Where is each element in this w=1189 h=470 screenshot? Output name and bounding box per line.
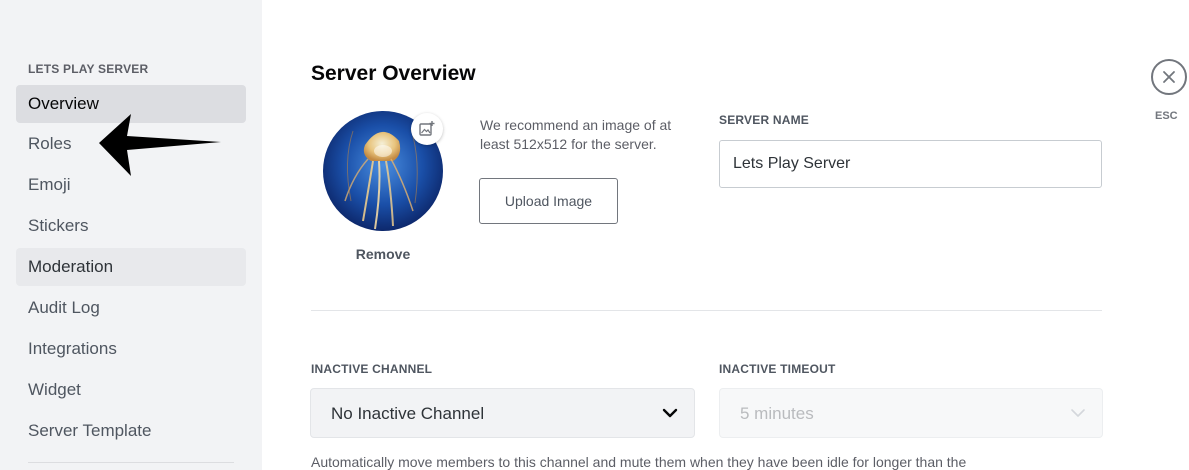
server-overview-panel: Server Overview Remove We recommend an i… (262, 0, 1189, 470)
annotation-arrow-icon (99, 114, 221, 176)
inactive-timeout-value: 5 minutes (740, 404, 814, 423)
chevron-down-icon (662, 408, 678, 418)
inactive-timeout-select[interactable]: 5 minutes (719, 388, 1103, 438)
server-name-input[interactable] (719, 140, 1102, 188)
inactive-channel-label: INACTIVE CHANNEL (311, 362, 433, 376)
close-settings-button[interactable] (1151, 59, 1187, 95)
sidebar-item-audit-log[interactable]: Audit Log (16, 289, 246, 327)
sidebar-separator (28, 462, 234, 463)
settings-sidebar: LETS PLAY SERVER Overview Roles Emoji St… (0, 0, 262, 470)
page-title: Server Overview (311, 62, 476, 85)
icon-recommendation-text: We recommend an image of at least 512x51… (480, 117, 672, 152)
inactive-channel-select[interactable]: No Inactive Channel (310, 388, 695, 438)
inactive-timeout-label: INACTIVE TIMEOUT (719, 362, 836, 376)
sidebar-header-server-name: LETS PLAY SERVER (28, 62, 149, 76)
sidebar-item-server-template[interactable]: Server Template (16, 412, 246, 450)
sidebar-item-moderation[interactable]: Moderation (16, 248, 246, 286)
remove-icon-link[interactable]: Remove (323, 246, 443, 262)
add-image-icon[interactable] (411, 113, 443, 145)
sidebar-item-stickers[interactable]: Stickers (16, 207, 246, 245)
server-name-label: SERVER NAME (719, 113, 809, 127)
inactive-channel-value: No Inactive Channel (331, 404, 485, 423)
sidebar-item-integrations[interactable]: Integrations (16, 330, 246, 368)
section-divider (311, 310, 1102, 311)
esc-label: ESC (1155, 110, 1178, 122)
inactive-channel-description: Automatically move members to this chann… (311, 454, 967, 470)
chevron-down-icon (1071, 409, 1085, 417)
upload-image-button[interactable]: Upload Image (479, 178, 618, 224)
sidebar-item-widget[interactable]: Widget (16, 371, 246, 409)
close-icon (1163, 71, 1175, 83)
